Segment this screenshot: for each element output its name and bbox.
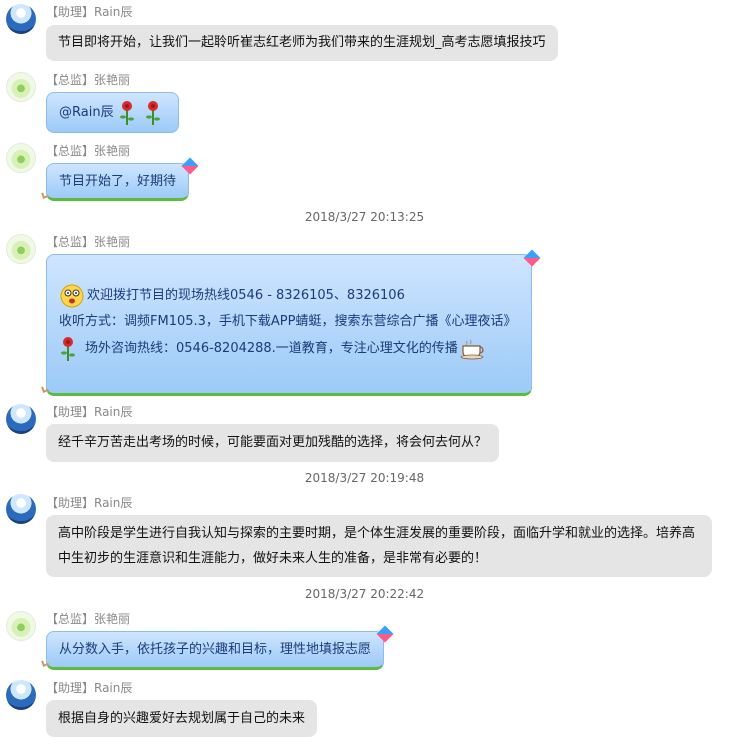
message-bubble: 节目开始了，好期待: [46, 163, 190, 201]
avatar[interactable]: [6, 4, 36, 34]
rose-icon: [119, 100, 134, 125]
timestamp: 2018/3/27 20:22:42: [304, 587, 425, 601]
rose-icon: [61, 337, 75, 361]
mention-text: @Rain辰: [59, 104, 114, 120]
message-bubble: 节目即将开始，让我们一起聆听崔志红老师为我们带来的生涯规划_高考志愿填报技巧: [46, 25, 558, 61]
sender-name: 【助理】Rain辰: [46, 405, 133, 419]
message-bubble: 从分数入手，依托孩子的兴趣和目标，理性地填报志愿: [46, 631, 385, 670]
sender-name: 【助理】Rain辰: [46, 496, 133, 510]
avatar[interactable]: [6, 611, 36, 641]
surprised-face-icon: [60, 284, 84, 308]
message-line: 中生初步的生涯意识和生涯能力，做好未来人生的准备，是非常有必要的！: [58, 551, 488, 566]
sender-name: 【总监】张艳丽: [46, 612, 131, 626]
message-bubble: @Rain辰: [46, 92, 179, 133]
avatar[interactable]: [6, 494, 36, 524]
message-bubble: 根据自身的兴趣爱好去规划属于自己的未来: [46, 700, 318, 737]
avatar[interactable]: [6, 404, 36, 434]
sender-name: 【助理】Rain辰: [46, 5, 133, 19]
message-line-text: 欢迎拨打节目的现场热线0546 - 8326105、8326106: [87, 288, 405, 303]
message-line: 高中阶段是学生进行自我认知与探索的主要时期，是个体生涯发展的重要阶段，面临升学和…: [58, 526, 696, 541]
message-bubble: 经千辛万苦走出考场的时候，可能要面对更加残酷的选择，将会何去何从？: [46, 424, 500, 462]
timestamp: 2018/3/27 20:19:48: [304, 471, 425, 485]
coffee-cup-icon: [460, 339, 484, 360]
message-bubble: 高中阶段是学生进行自我认知与探索的主要时期，是个体生涯发展的重要阶段，面临升学和…: [46, 515, 712, 577]
avatar[interactable]: [6, 680, 36, 710]
avatar[interactable]: [6, 143, 36, 173]
sender-name: 【总监】张艳丽: [46, 235, 131, 249]
message-line: 欢迎拨打节目的现场热线0546 - 8326105、8326106: [59, 283, 519, 309]
timestamp: 2018/3/27 20:13:25: [304, 210, 425, 224]
sender-name: 【总监】张艳丽: [46, 144, 131, 158]
message-line: 场外咨询热线：0546-8204288.一道教育，专注心理文化的传播: [59, 335, 519, 363]
message-line-text: 场外咨询热线：0546-8204288.一道教育，专注心理文化的传播: [85, 341, 458, 356]
message-bubble: 欢迎拨打节目的现场热线0546 - 8326105、8326106 收听方式：调…: [46, 254, 532, 396]
sender-name: 【总监】张艳丽: [46, 73, 131, 87]
rose-icon: [145, 100, 160, 125]
avatar[interactable]: [6, 234, 36, 264]
message-line: 收听方式：调频FM105.3，手机下载APP蜻蜓，搜索东营综合广播《心理夜话》: [59, 314, 517, 329]
avatar[interactable]: [6, 72, 36, 102]
sender-name: 【助理】Rain辰: [46, 681, 133, 695]
